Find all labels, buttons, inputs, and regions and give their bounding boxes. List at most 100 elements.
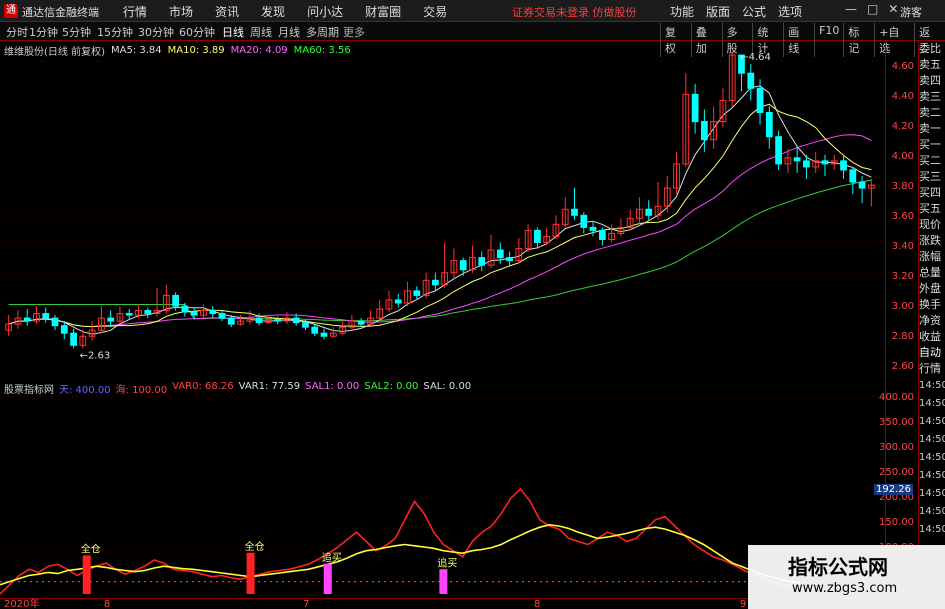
- tab-timeshare[interactable]: 分时: [6, 24, 28, 40]
- candle-down: [775, 136, 782, 165]
- signal-label: 全仓: [81, 543, 101, 556]
- price-tick: 3.20: [891, 271, 914, 282]
- side-item-change-pct[interactable]: 涨幅: [919, 249, 945, 265]
- date-label: 2020年: [4, 599, 40, 609]
- tick-time: 14:50: [919, 488, 945, 499]
- menu-trade[interactable]: 交易: [412, 3, 458, 20]
- candle-down: [459, 260, 467, 271]
- menu-function[interactable]: 功能: [664, 3, 700, 20]
- tab-5min[interactable]: 5分钟: [62, 24, 91, 40]
- main-menu: 行情 市场 资讯 发现 问小达 财富圈 交易: [112, 3, 458, 20]
- side-item-bid5[interactable]: 买五: [919, 201, 945, 217]
- candle-down: [125, 313, 133, 316]
- signal-bar-chase: [439, 569, 448, 594]
- side-item-ask4[interactable]: 卖四: [919, 73, 945, 89]
- tab-30min[interactable]: 30分钟: [138, 24, 174, 40]
- side-item-ask1[interactable]: 卖一: [919, 121, 945, 137]
- indicator-tick: 400.00: [879, 392, 914, 403]
- side-item-ask2[interactable]: 卖二: [919, 105, 945, 121]
- tab-more[interactable]: 更多: [343, 24, 365, 40]
- side-item-bid4[interactable]: 买四: [919, 185, 945, 201]
- tab-1min[interactable]: 1分钟: [29, 24, 58, 40]
- indicator-val-t1: 天: 400.00: [59, 385, 111, 396]
- indicator-legend: 股票指标网 天: 400.00 海: 100.00 VAR0: 68.26 VA…: [4, 381, 471, 396]
- menu-options[interactable]: 选项: [772, 3, 808, 20]
- side-item-ask5[interactable]: 卖五: [919, 57, 945, 73]
- price-tick: 4.40: [891, 91, 914, 102]
- signal-label: 追买: [322, 551, 342, 564]
- indicator-yellow-line: [0, 523, 801, 586]
- candle-down: [821, 160, 829, 165]
- ma60-value: MA60: 3.56: [293, 45, 351, 56]
- candle-down: [691, 93, 699, 123]
- candle-down: [645, 208, 653, 216]
- minimize-icon[interactable]: —: [845, 2, 857, 16]
- menu-formula[interactable]: 公式: [736, 3, 772, 20]
- side-item-bid3[interactable]: 买三: [919, 169, 945, 185]
- candle-down: [580, 214, 588, 228]
- candle-down: [849, 169, 857, 183]
- candle-down: [144, 310, 152, 315]
- side-item-price[interactable]: 现价: [919, 217, 945, 233]
- side-item-outer[interactable]: 外盘: [919, 281, 945, 297]
- ma20-line: [8, 134, 872, 328]
- stock-name[interactable]: 维维股份(日线 前复权): [4, 43, 105, 58]
- side-item-bid1[interactable]: 买一: [919, 137, 945, 153]
- window-controls: — □ ✕: [845, 2, 898, 16]
- tab-60min[interactable]: 60分钟: [179, 24, 215, 40]
- tab-monthly[interactable]: 月线: [278, 24, 300, 40]
- side-item-volume[interactable]: 总量: [919, 265, 945, 281]
- ma5-line: [8, 85, 872, 335]
- candle-down: [793, 157, 801, 162]
- price-tick: 4.60: [891, 61, 914, 72]
- tab-daily[interactable]: 日线: [222, 24, 244, 40]
- candle-down: [181, 305, 189, 313]
- candle-down: [172, 294, 179, 307]
- menu-market[interactable]: 市场: [158, 3, 204, 20]
- side-item-quotes[interactable]: 行情: [919, 361, 945, 377]
- menu-ask[interactable]: 问小达: [296, 3, 354, 20]
- candle-down: [394, 299, 402, 304]
- candle-down: [571, 208, 578, 216]
- candle-down: [209, 310, 217, 315]
- side-item-bid2[interactable]: 买二: [919, 153, 945, 169]
- side-item-auto[interactable]: 自动: [919, 345, 945, 361]
- candle-down: [302, 322, 309, 328]
- side-item-turnover[interactable]: 换手: [919, 297, 945, 313]
- indicator-val-sal1: SAL1: 0.00: [305, 381, 360, 392]
- date-label: 8: [534, 599, 541, 609]
- candle-down: [747, 72, 755, 89]
- close-icon[interactable]: ✕: [888, 2, 898, 16]
- ma-legend: 维维股份(日线 前复权) MA5: 3.84 MA10: 3.89 MA20: …: [4, 43, 351, 58]
- side-item-change[interactable]: 涨跌: [919, 233, 945, 249]
- price-tick: 4.00: [891, 151, 914, 162]
- maximize-icon[interactable]: □: [867, 2, 878, 16]
- tick-time: 14:50: [919, 398, 945, 409]
- side-item-bid-ratio[interactable]: 委比: [919, 41, 945, 57]
- ma5-value: MA5: 3.84: [110, 45, 162, 56]
- tab-15min[interactable]: 15分钟: [97, 24, 133, 40]
- candle-down: [218, 313, 226, 319]
- price-tick: 3.60: [891, 211, 914, 222]
- price-axis: 4.60 4.40 4.20 4.00 3.80 3.60 3.40 3.20 …: [885, 41, 917, 379]
- side-item-nav[interactable]: 净资: [919, 313, 945, 329]
- candle-down: [431, 279, 439, 286]
- indicator-tick: 150.00: [879, 517, 914, 528]
- menu-discover[interactable]: 发现: [250, 3, 296, 20]
- side-item-ask3[interactable]: 卖三: [919, 89, 945, 105]
- signal-bar-chase: [323, 563, 332, 594]
- login-warning[interactable]: 证券交易未登录 仿做股份: [512, 4, 637, 20]
- tick-time: 14:50: [919, 470, 945, 481]
- tab-multi-period[interactable]: 多周期: [306, 24, 339, 40]
- indicator-name[interactable]: 股票指标网: [4, 381, 54, 396]
- guest-label[interactable]: 游客: [900, 4, 922, 20]
- menu-news[interactable]: 资讯: [204, 3, 250, 20]
- side-item-eps[interactable]: 收益: [919, 329, 945, 345]
- tab-weekly[interactable]: 周线: [250, 24, 272, 40]
- menu-layout[interactable]: 版面: [700, 3, 736, 20]
- candle-down: [589, 226, 597, 231]
- menu-quotes[interactable]: 行情: [112, 3, 158, 20]
- candlestick-chart[interactable]: ←4.64 ←2.63: [0, 41, 885, 379]
- candle-down: [190, 311, 198, 316]
- menu-wealth[interactable]: 财富圈: [354, 3, 412, 20]
